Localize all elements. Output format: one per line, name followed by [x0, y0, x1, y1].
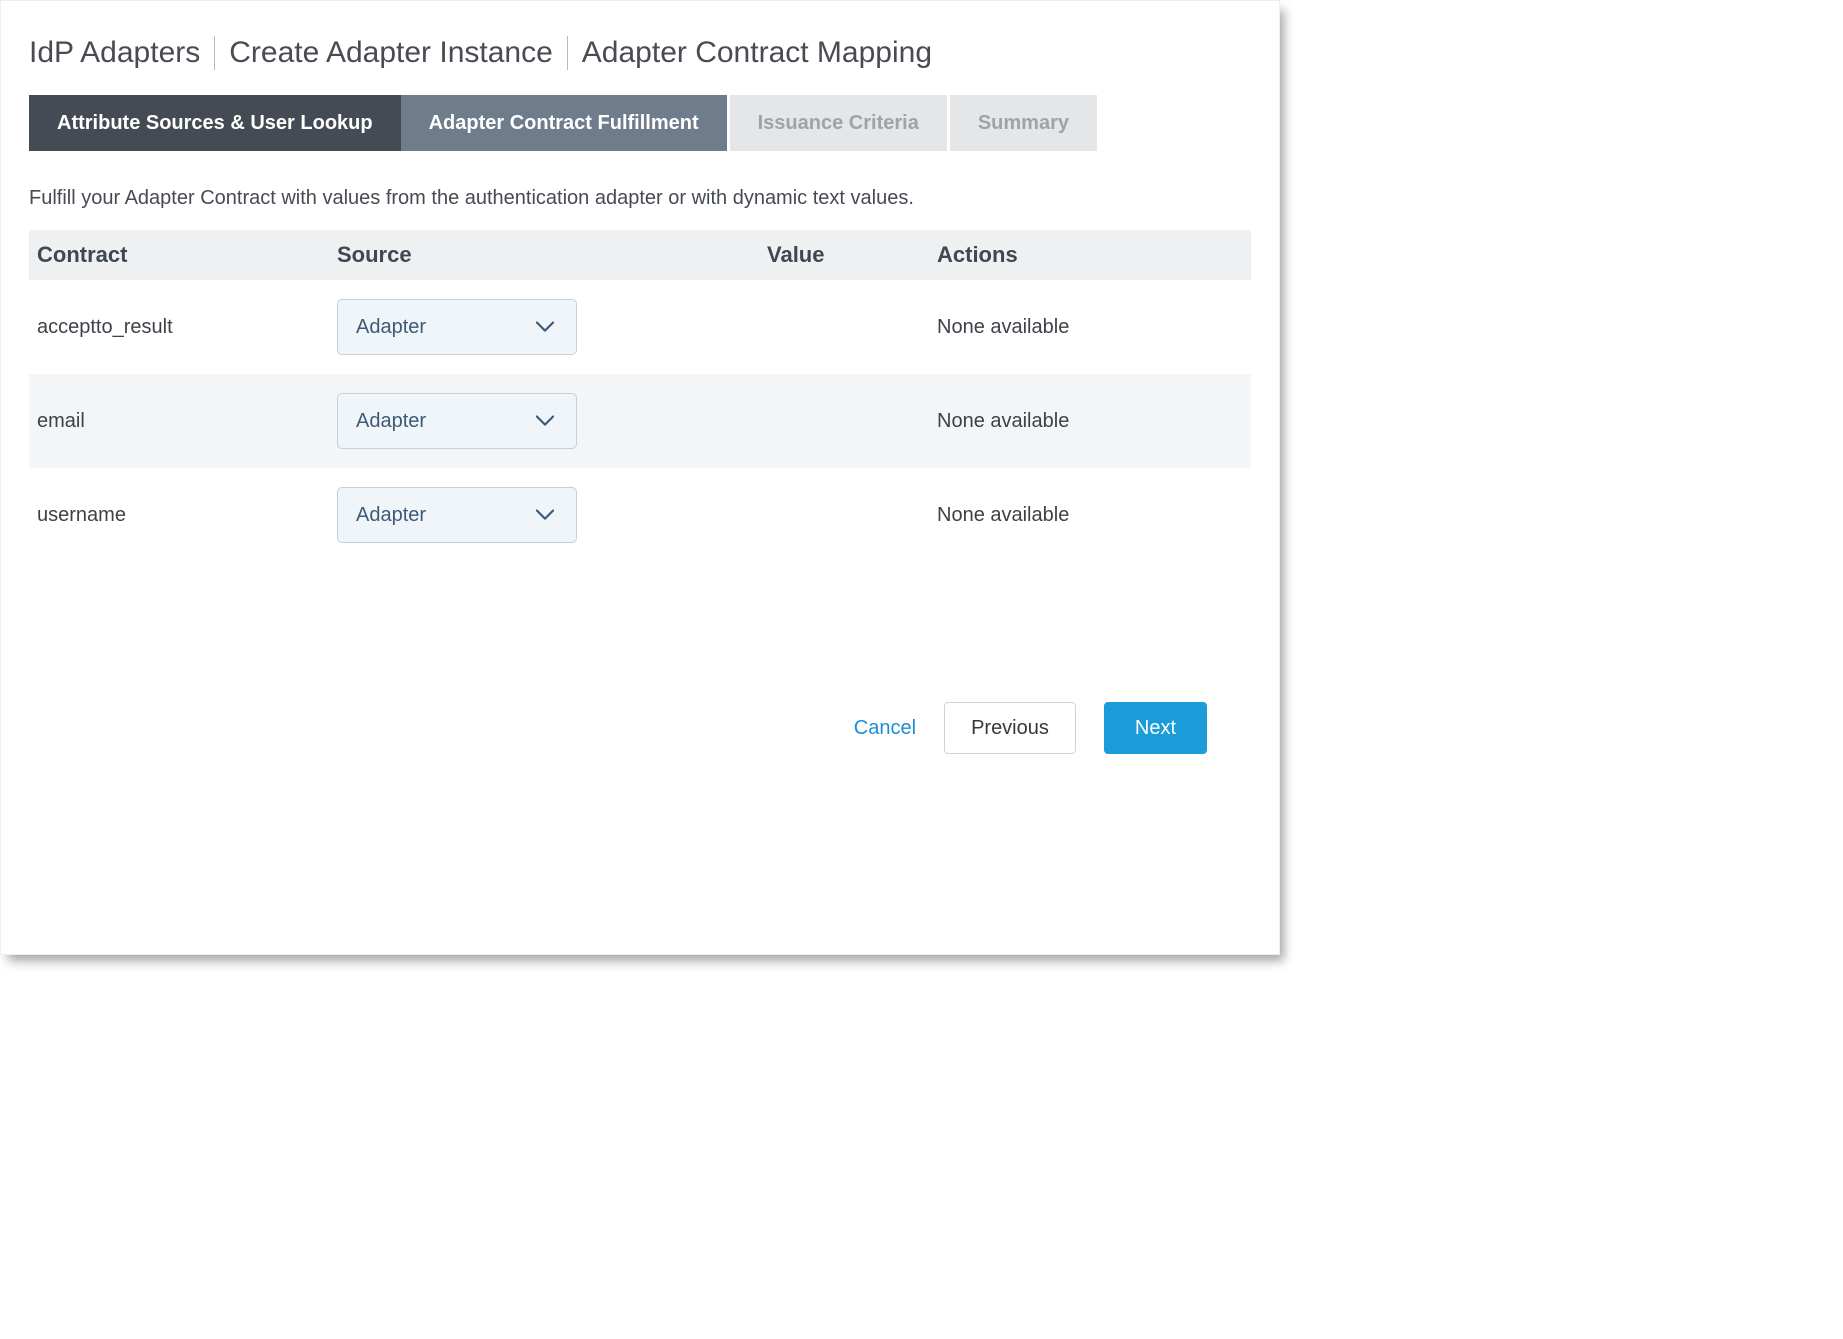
tab-label: Adapter Contract Fulfillment: [429, 112, 699, 135]
contract-name: email: [37, 410, 337, 433]
table-row: username Adapter None available: [29, 468, 1251, 562]
breadcrumb-item-create-adapter-instance[interactable]: Create Adapter Instance: [229, 35, 553, 71]
contract-table: Contract Source Value Actions acceptto_r…: [29, 230, 1251, 562]
wizard-footer: Cancel Previous Next: [29, 702, 1251, 754]
column-header-value: Value: [767, 242, 937, 268]
source-cell: Adapter: [337, 487, 767, 543]
tab-summary[interactable]: Summary: [950, 95, 1097, 151]
table-row: acceptto_result Adapter None available: [29, 280, 1251, 374]
tab-attribute-sources[interactable]: Attribute Sources & User Lookup: [29, 95, 401, 151]
previous-button[interactable]: Previous: [944, 702, 1076, 754]
page-inner: IdP Adapters Create Adapter Instance Ada…: [1, 1, 1279, 754]
breadcrumb-item-adapter-contract-mapping: Adapter Contract Mapping: [582, 35, 932, 71]
actions-cell: None available: [937, 504, 1243, 527]
help-text: Fulfill your Adapter Contract with value…: [29, 187, 1251, 210]
source-cell: Adapter: [337, 299, 767, 355]
actions-cell: None available: [937, 410, 1243, 433]
table-header-row: Contract Source Value Actions: [29, 230, 1251, 280]
tab-label: Issuance Criteria: [758, 112, 919, 135]
tab-issuance-criteria[interactable]: Issuance Criteria: [730, 95, 947, 151]
tab-label: Summary: [978, 112, 1069, 135]
wizard-tabs: Attribute Sources & User Lookup Adapter …: [29, 95, 1097, 151]
next-button[interactable]: Next: [1104, 702, 1207, 754]
chevron-down-icon: [536, 321, 554, 333]
tab-adapter-contract-fulfillment[interactable]: Adapter Contract Fulfillment: [401, 95, 727, 151]
column-header-source: Source: [337, 242, 767, 268]
breadcrumb-separator: [567, 36, 568, 70]
source-select-value: Adapter: [356, 410, 426, 433]
chevron-down-icon: [536, 415, 554, 427]
tab-label: Attribute Sources & User Lookup: [57, 112, 373, 135]
column-header-actions: Actions: [937, 242, 1243, 268]
source-select[interactable]: Adapter: [337, 299, 577, 355]
contract-name: username: [37, 504, 337, 527]
source-select-value: Adapter: [356, 316, 426, 339]
source-select[interactable]: Adapter: [337, 487, 577, 543]
breadcrumb-item-idp-adapters[interactable]: IdP Adapters: [29, 35, 200, 71]
breadcrumb-separator: [214, 36, 215, 70]
actions-cell: None available: [937, 316, 1243, 339]
chevron-down-icon: [536, 509, 554, 521]
cancel-button[interactable]: Cancel: [854, 717, 916, 740]
column-header-contract: Contract: [37, 242, 337, 268]
page-card: IdP Adapters Create Adapter Instance Ada…: [0, 0, 1280, 955]
source-cell: Adapter: [337, 393, 767, 449]
breadcrumb: IdP Adapters Create Adapter Instance Ada…: [29, 35, 1251, 71]
source-select-value: Adapter: [356, 504, 426, 527]
contract-name: acceptto_result: [37, 316, 337, 339]
table-row: email Adapter None available: [29, 374, 1251, 468]
source-select[interactable]: Adapter: [337, 393, 577, 449]
